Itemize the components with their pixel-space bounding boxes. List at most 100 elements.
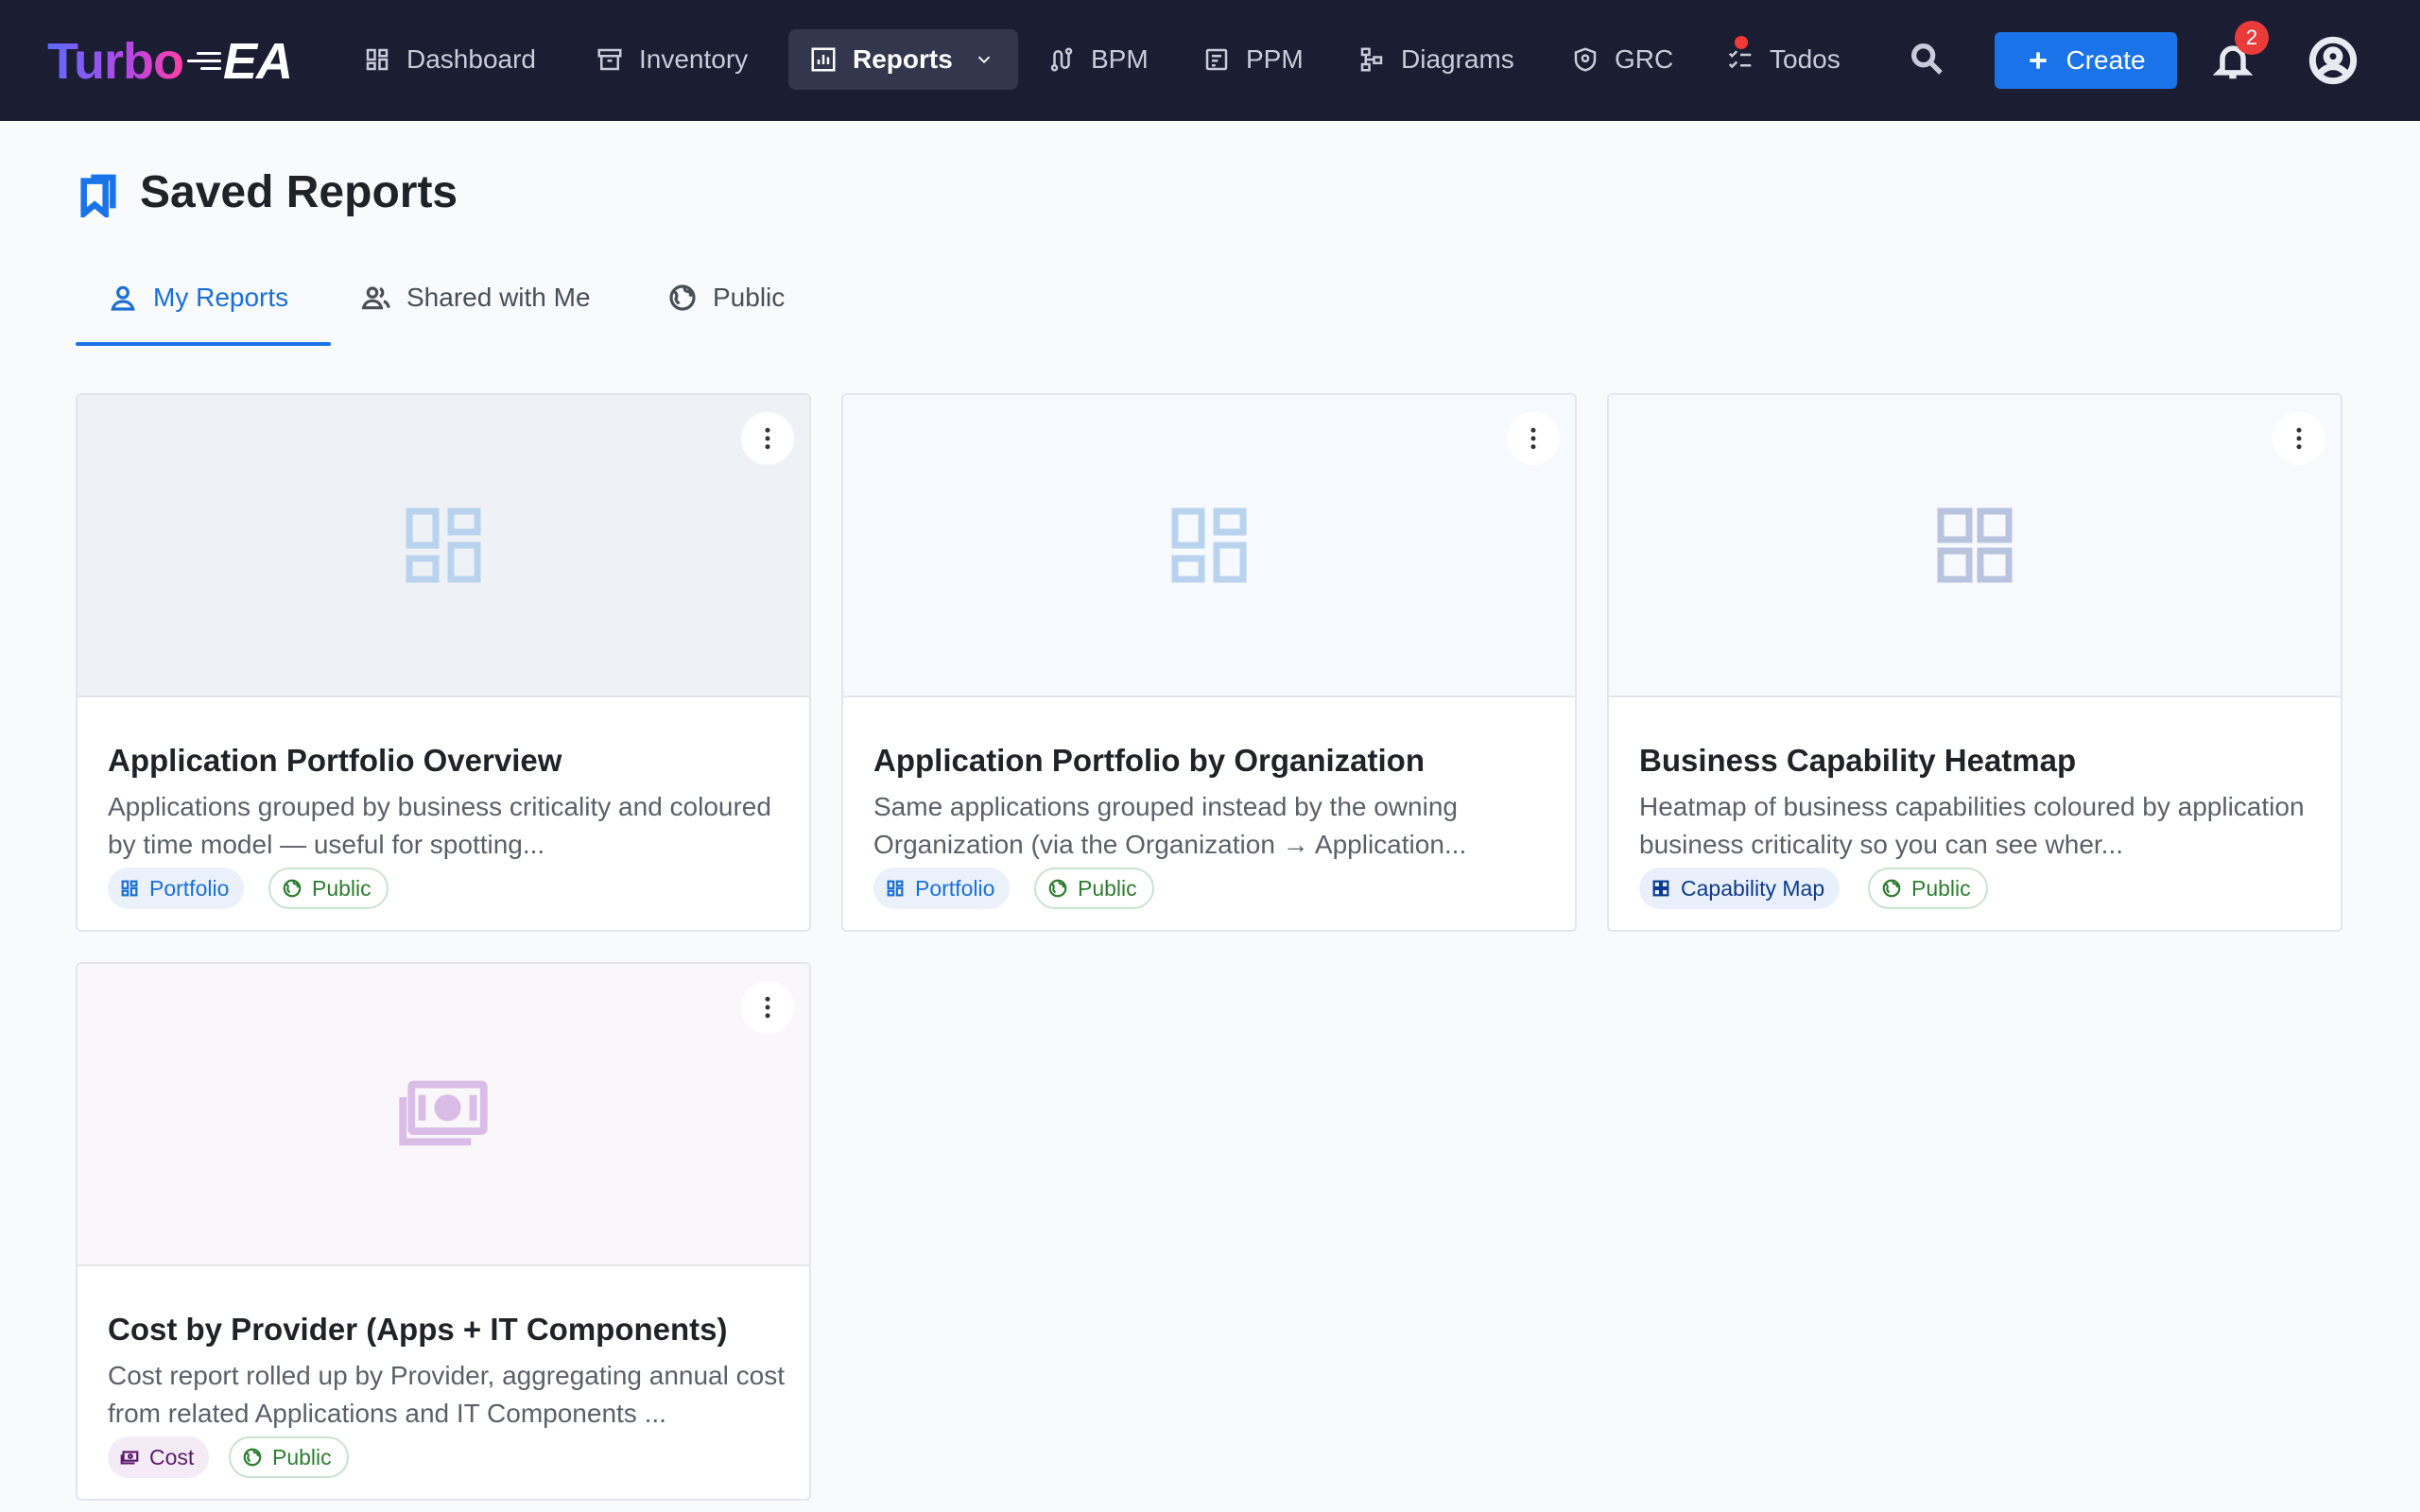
- app-logo[interactable]: Turbo EA: [47, 28, 293, 94]
- report-description: Same applications grouped instead by the…: [873, 792, 1467, 859]
- portfolio-grid-icon: [887, 880, 904, 897]
- globe-icon: [1048, 879, 1067, 898]
- nav-diagrams-label: Diagrams: [1401, 44, 1514, 74]
- portfolio-grid-icon: [406, 507, 481, 583]
- report-card[interactable]: Business Capability Heatmap Heatmap of b…: [1607, 393, 2342, 932]
- report-description: Applications grouped by business critica…: [108, 792, 771, 859]
- logo-speed-lines-icon: [186, 47, 221, 76]
- nav-reports[interactable]: Reports: [788, 29, 1018, 90]
- route-icon: [1050, 47, 1073, 72]
- checklist-icon: [1728, 50, 1752, 69]
- report-type-chip: Portfolio: [108, 868, 245, 909]
- report-thumbnail: [78, 395, 809, 697]
- globe-icon: [669, 284, 696, 311]
- project-icon: [1205, 48, 1228, 71]
- visibility-label: Public: [1911, 875, 1971, 901]
- globe-icon: [283, 879, 302, 898]
- globe-icon: [1882, 879, 1901, 898]
- page-title: Saved Reports: [140, 167, 458, 217]
- nav-reports-label: Reports: [853, 44, 953, 74]
- report-card[interactable]: Application Portfolio Overview Applicati…: [76, 393, 811, 932]
- nav-dashboard[interactable]: Dashboard: [342, 29, 557, 90]
- account-button[interactable]: [2308, 36, 2358, 85]
- bookmarks-icon: [79, 174, 117, 221]
- card-menu-button[interactable]: [2273, 412, 2325, 465]
- money-icon: [399, 1080, 488, 1146]
- portfolio-grid-icon: [1171, 507, 1247, 583]
- tab-shared-with-me[interactable]: Shared with Me: [361, 269, 591, 326]
- create-button-label: Create: [2066, 45, 2146, 75]
- card-menu-button[interactable]: [741, 412, 794, 465]
- visibility-chip: Public: [268, 868, 389, 909]
- search-button[interactable]: [1908, 40, 1945, 77]
- report-thumbnail: [78, 964, 809, 1266]
- report-thumbnail: [843, 395, 1575, 697]
- archive-icon: [597, 48, 622, 71]
- dashboard-icon: [366, 48, 389, 71]
- card-menu-button[interactable]: [741, 981, 794, 1034]
- money-icon: [120, 1451, 139, 1465]
- report-title: Application Portfolio by Organization: [873, 743, 1425, 778]
- visibility-label: Public: [312, 875, 372, 901]
- account-circle-icon: [2308, 36, 2358, 85]
- report-type-chip: Portfolio: [873, 868, 1011, 909]
- nav-todos-label: Todos: [1770, 44, 1841, 74]
- tab-my-reports-label: My Reports: [153, 283, 289, 312]
- visibility-label: Public: [272, 1444, 332, 1469]
- report-title: Cost by Provider (Apps + IT Components): [108, 1312, 728, 1347]
- report-type-label: Cost: [149, 1444, 195, 1469]
- chevron-down-icon: [977, 56, 990, 64]
- report-type-label: Portfolio: [915, 875, 995, 901]
- nav-diagrams[interactable]: Diagrams: [1337, 29, 1535, 90]
- plus-icon: [2030, 52, 2048, 69]
- nav-dashboard-label: Dashboard: [406, 44, 536, 74]
- more-vertical-icon: [1530, 427, 1536, 450]
- shield-icon: [1574, 47, 1597, 72]
- create-button[interactable]: Create: [1995, 32, 2177, 89]
- capability-map-icon: [1937, 507, 2013, 583]
- visibility-label: Public: [1078, 875, 1137, 901]
- report-type-chip: Capability Map: [1639, 868, 1841, 909]
- nav-grc[interactable]: GRC: [1550, 29, 1694, 90]
- nav-ppm-label: PPM: [1246, 44, 1304, 74]
- nav-inventory[interactable]: Inventory: [575, 29, 769, 90]
- search-icon: [1911, 43, 1943, 75]
- logo-turbo-text: Turbo: [47, 33, 184, 90]
- todos-alert-dot: [1735, 36, 1748, 49]
- visibility-chip: Public: [229, 1436, 349, 1478]
- tab-shared-with-me-label: Shared with Me: [406, 283, 591, 312]
- card-menu-button[interactable]: [1507, 412, 1560, 465]
- more-vertical-icon: [2296, 427, 2302, 450]
- report-type-label: Capability Map: [1681, 875, 1825, 901]
- nav-grc-label: GRC: [1615, 44, 1674, 74]
- visibility-chip: Public: [1868, 868, 1988, 909]
- tab-my-reports[interactable]: My Reports: [108, 269, 288, 326]
- report-card[interactable]: Application Portfolio by Organization Sa…: [841, 393, 1577, 932]
- nav-bpm[interactable]: BPM: [1027, 29, 1169, 90]
- notification-count-badge: 2: [2235, 21, 2269, 55]
- logo-ea-text: EA: [222, 33, 293, 90]
- report-type-label: Portfolio: [149, 875, 230, 901]
- report-description: Heatmap of business capabilities coloure…: [1639, 792, 2305, 859]
- report-card[interactable]: Cost by Provider (Apps + IT Components) …: [76, 962, 811, 1501]
- portfolio-grid-icon: [121, 880, 138, 897]
- report-description: Cost report rolled up by Provider, aggre…: [108, 1361, 785, 1428]
- report-title: Business Capability Heatmap: [1639, 743, 2077, 778]
- nav-ppm[interactable]: PPM: [1182, 29, 1324, 90]
- tab-public-label: Public: [713, 283, 786, 312]
- nav-todos[interactable]: Todos: [1705, 29, 1861, 90]
- nav-bpm-label: BPM: [1091, 44, 1149, 74]
- nav-inventory-label: Inventory: [639, 44, 749, 74]
- report-title: Application Portfolio Overview: [108, 743, 562, 778]
- bar-chart-icon: [811, 47, 836, 72]
- hierarchy-icon: [1360, 47, 1383, 72]
- report-type-chip: Cost: [108, 1436, 210, 1478]
- top-nav-bar: Turbo EA Dashboard Inventory Reports BPM…: [0, 0, 2420, 121]
- tab-public[interactable]: Public: [667, 269, 785, 326]
- more-vertical-icon: [765, 996, 770, 1019]
- active-tab-indicator: [76, 342, 331, 346]
- report-thumbnail: [1609, 395, 2341, 697]
- globe-icon: [243, 1448, 262, 1467]
- visibility-chip: Public: [1034, 868, 1154, 909]
- more-vertical-icon: [765, 427, 770, 450]
